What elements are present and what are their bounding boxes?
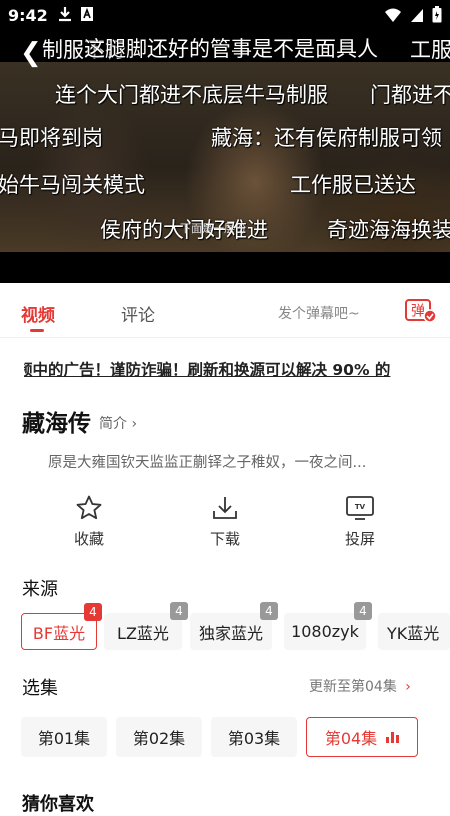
show-description: 原是大雍国钦天监监正蒯铎之子稚奴，一夜之间... (48, 455, 367, 471)
episode-item-current[interactable]: 第04集 (306, 717, 418, 757)
update-text: 更新至第04集 (309, 679, 397, 695)
tab-indicator (30, 329, 44, 332)
favorite-button[interactable]: 收藏 (49, 494, 129, 549)
notice-text: 频中的广告！谨防诈骗！刷新和换源可以解决 90% 的 (24, 361, 391, 379)
chevron-right-icon: › (405, 679, 411, 695)
source-item-bf[interactable]: BF蓝光 4 (21, 603, 102, 650)
danmaku-item: 工作服已送达 (290, 173, 416, 197)
danmaku-item: 门都进不 (370, 83, 450, 107)
danmaku-item: 始牛马闯关模式 (0, 173, 145, 197)
signal-icon (411, 8, 423, 22)
font-icon (81, 7, 93, 21)
episode-label: 第04集 (324, 729, 378, 748)
episode-label: 第02集 (132, 729, 186, 748)
recommend-title: 猜你喜欢 (22, 794, 94, 815)
source-label: BF蓝光 (32, 623, 86, 643)
cast-button[interactable]: TV 投屏 (320, 494, 400, 549)
danmu-toggle-char: 弹 (411, 304, 425, 320)
intro-label: 简介 (99, 416, 127, 432)
source-count-badge: 4 (260, 602, 278, 620)
back-icon[interactable]: ❮ (20, 40, 42, 66)
episode-item[interactable]: 第03集 (211, 717, 297, 757)
source-label: 独家蓝光 (198, 623, 263, 643)
source-item-lz[interactable]: LZ蓝光 4 (104, 602, 188, 650)
danmaku-item: 藏海：还有侯府制服可领 (211, 126, 442, 150)
video-player[interactable]: 9:42 ❮ 制服不行 这腿脚还好的管事是不是面具人 工服 连个大门都进不底层牛… (0, 0, 450, 283)
source-item-exclusive[interactable]: 独家蓝光 4 (190, 602, 278, 650)
status-time: 9:42 (8, 6, 48, 25)
episode-label: 第03集 (227, 729, 281, 748)
download-icon (213, 497, 237, 519)
danmaku-item: 奇迹海海换装 (327, 218, 450, 242)
episodes-title: 选集 (22, 678, 58, 699)
danmaku-item: 这腿脚还好的管事是不是面具人 (84, 37, 378, 61)
intro-link[interactable]: 简介 › (99, 413, 137, 433)
source-count-badge: 4 (84, 603, 102, 621)
show-title: 藏海传 (22, 411, 91, 437)
source-item-1080zyk[interactable]: 1080zyk 4 (284, 602, 372, 650)
sources-title: 来源 (22, 579, 58, 600)
detail-tabs: 视频 评论 发个弹幕吧~ 弹 (0, 283, 450, 338)
download-button[interactable]: 下载 (185, 494, 265, 549)
svg-text:TV: TV (355, 503, 366, 511)
status-bar: 9:42 (0, 0, 450, 30)
notice-marquee: 频中的广告！谨防诈骗！刷新和换源可以解决 90% 的 (24, 358, 422, 380)
playing-icon (386, 731, 400, 743)
tab-video[interactable]: 视频 (21, 301, 55, 326)
source-item-yk[interactable]: YK蓝光 (378, 613, 450, 650)
video-subtitle: 下面是一层份 (180, 222, 246, 235)
source-count-badge: 4 (354, 602, 372, 620)
episode-label: 第01集 (37, 729, 91, 748)
source-label: 1080zyk (291, 622, 359, 641)
chevron-right-icon: › (131, 416, 138, 432)
star-icon (76, 495, 102, 520)
danmaku-item: 连个大门都进不底层牛马制服 (55, 83, 328, 107)
episode-item[interactable]: 第02集 (116, 717, 202, 757)
danmaku-item: 马即将到岗 (0, 126, 103, 150)
source-label: YK蓝光 (387, 623, 440, 643)
source-count-badge: 4 (170, 602, 188, 620)
wifi-icon (385, 8, 401, 22)
source-label: LZ蓝光 (117, 623, 169, 643)
tv-icon: TV (346, 496, 374, 520)
danmu-input[interactable]: 发个弹幕吧~ (278, 303, 360, 323)
download-label: 下载 (209, 530, 240, 548)
favorite-label: 收藏 (73, 530, 104, 548)
cast-label: 投屏 (344, 530, 375, 548)
tab-comment[interactable]: 评论 (121, 301, 155, 326)
update-link[interactable]: 更新至第04集 › (309, 676, 411, 696)
episode-item[interactable]: 第01集 (21, 717, 107, 757)
danmu-icon[interactable]: 弹 (405, 299, 437, 323)
danmaku-item: 工服 (410, 38, 450, 62)
battery-icon (432, 6, 442, 23)
download-icon (59, 7, 71, 22)
